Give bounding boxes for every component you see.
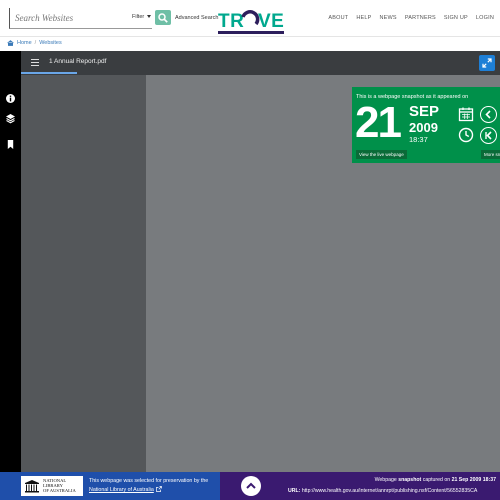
snapshot-month: SEP [409,103,440,120]
svg-text:VE: VE [258,11,284,32]
nla-logo-text: NATIONAL LIBRARY OF AUSTRALIA [43,478,76,494]
breadcrumb-websites[interactable]: Websites [39,40,62,46]
active-tab-indicator [21,72,77,74]
nav-news[interactable]: NEWS [380,15,397,21]
document-sidebar-pane [21,75,146,472]
nav-sign-up[interactable]: SIGN UP [444,15,468,21]
first-snapshot-button[interactable] [480,127,497,144]
expand-icon [482,58,492,68]
layers-icon[interactable] [5,113,16,124]
breadcrumb: Home / Websites [7,40,62,46]
external-link-icon[interactable] [156,486,163,492]
file-tab-bar: 1 Annual Report.pdf [21,51,500,75]
preservation-text: This webpage was selected for preservati… [89,478,209,484]
snapshot-time: 18:37 [409,135,428,144]
nav-about[interactable]: ABOUT [328,15,348,21]
search-box [9,8,152,29]
site-header: Filter Advanced Search TR VE ABOUT HELP … [0,0,500,36]
clock-icon[interactable] [458,127,474,143]
filter-label: Filter [132,14,145,20]
snapshot-year: 2009 [409,120,438,135]
file-tab-title[interactable]: 1 Annual Report.pdf [49,58,106,65]
top-navigation: ABOUT HELP NEWS PARTNERS SIGN UP LOGIN [328,15,494,21]
more-snapshots-button[interactable]: More sn [481,150,500,159]
nav-login[interactable]: LOGIN [476,15,494,21]
fullscreen-button[interactable] [479,55,495,71]
preservation-message: This webpage was selected for preservati… [89,477,208,495]
home-icon[interactable] [7,40,14,46]
footer-preservation-panel: NATIONAL LIBRARY OF AUSTRALIA This webpa… [0,472,220,500]
snapshot-url: URL: http://www.health.gov.au/internet/a… [288,488,478,494]
library-building-icon [25,480,39,493]
info-icon[interactable] [5,93,16,104]
collapse-banner-button[interactable] [241,476,261,496]
chevron-left-icon [484,109,491,119]
trove-logo-mark: TR VE [218,10,284,34]
chevron-up-icon [246,482,256,489]
search-icon [158,12,168,23]
nla-link[interactable]: National Library of Australia [89,487,154,493]
advanced-search-link[interactable]: Advanced Search [175,15,218,21]
breadcrumb-home[interactable]: Home [17,40,32,46]
archive-footer: NATIONAL LIBRARY OF AUSTRALIA This webpa… [0,472,500,500]
snapshot-url-value[interactable]: http://www.health.gov.au/internet/annrpt… [302,488,478,494]
breadcrumb-bar: Home / Websites [0,36,500,51]
calendar-icon[interactable] [458,106,474,122]
filter-dropdown[interactable]: Filter [132,14,151,20]
capture-info: Webpage snapshot captured on 21 Sep 2009… [374,477,496,483]
previous-snapshot-button[interactable] [480,106,497,123]
search-input[interactable] [15,11,125,25]
nav-partners[interactable]: PARTNERS [405,15,436,21]
left-toolbar [0,51,21,472]
bookmark-icon[interactable] [5,139,16,150]
view-live-webpage-button[interactable]: View the live webpage [356,150,407,159]
breadcrumb-separator: / [34,40,37,46]
nav-help[interactable]: HELP [356,15,371,21]
trove-logo[interactable]: TR VE [218,8,284,34]
caret-down-icon [146,15,151,19]
hamburger-menu-icon[interactable] [31,59,39,66]
search-button[interactable] [155,10,171,25]
skip-first-icon [484,130,492,140]
snapshot-day: 21 [355,98,402,147]
nla-logo[interactable]: NATIONAL LIBRARY OF AUSTRALIA [21,476,83,496]
footer-snapshot-panel: Webpage snapshot captured on 21 Sep 2009… [220,472,500,500]
snapshot-banner: This is a webpage snapshot as it appeare… [352,87,500,163]
svg-text:TR: TR [218,11,244,32]
